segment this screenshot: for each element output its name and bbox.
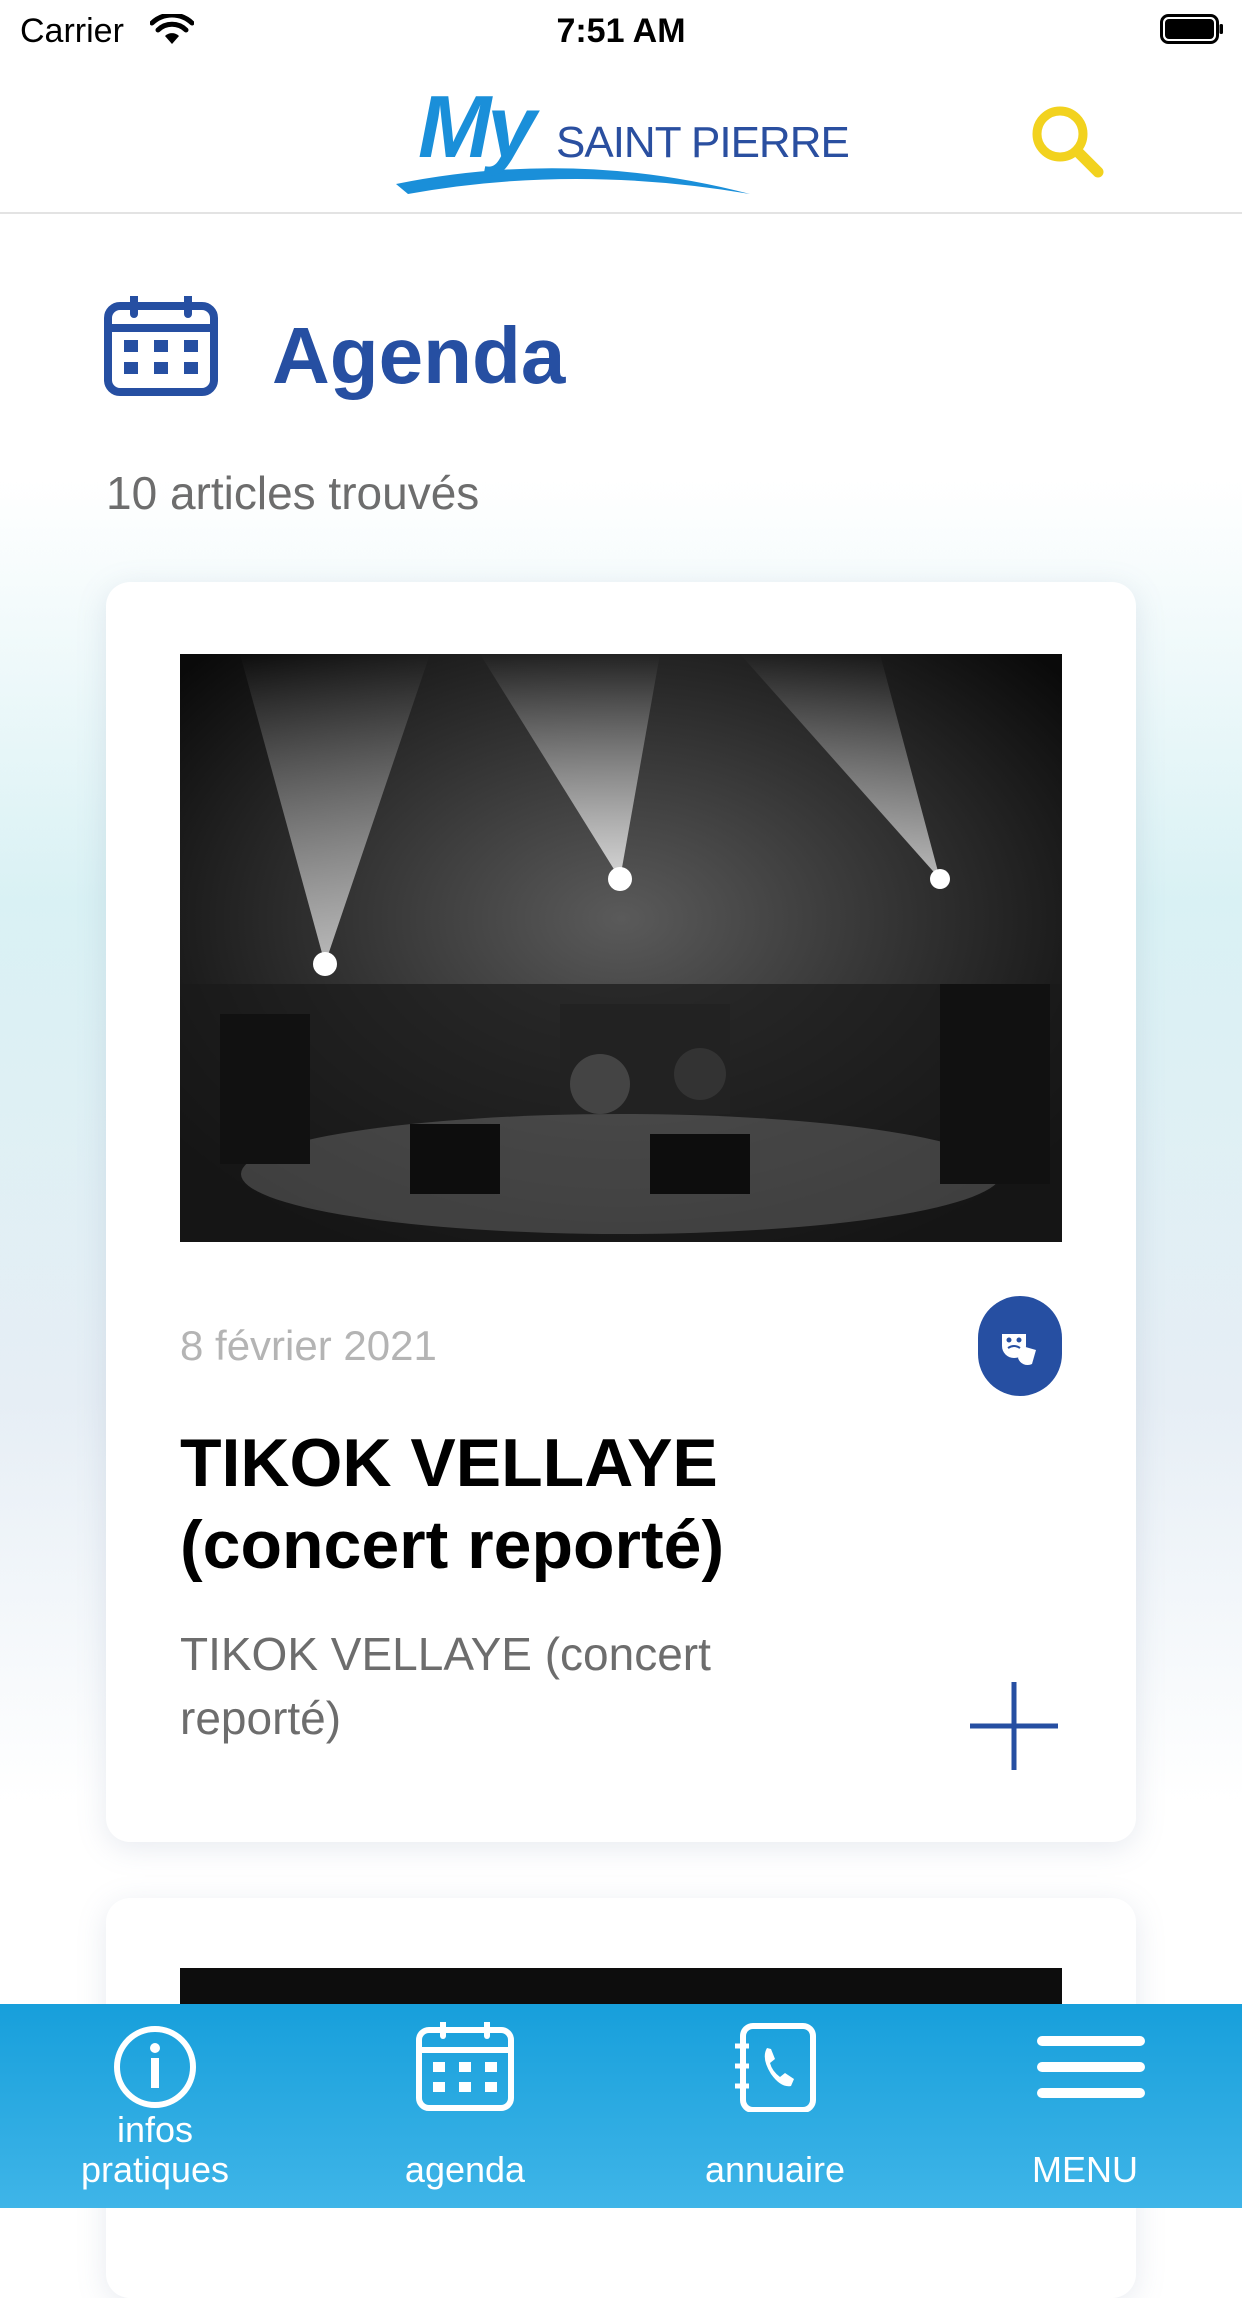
tab-annuaire[interactable]: annuaire (620, 2004, 930, 2208)
app-logo[interactable]: My SAINT PIERRE (394, 76, 854, 196)
phonebook-icon (735, 2023, 816, 2112)
search-icon[interactable] (1028, 102, 1108, 182)
tab-label: annuaire (704, 2149, 846, 2190)
tab-label-line1: infos (116, 2109, 194, 2150)
article-title[interactable]: TIKOK VELLAYE (concert reporté) (180, 1422, 1040, 1586)
concert-stage-photo (180, 654, 1062, 1242)
battery-icon (1160, 14, 1223, 44)
tab-label-line2: pratiques (80, 2149, 230, 2190)
category-badge (978, 1296, 1062, 1396)
info-icon (114, 2026, 196, 2108)
hamburger-menu-icon (1037, 2036, 1145, 2098)
calendar-icon (416, 2022, 514, 2111)
status-bar: Carrier 7:51 AM (0, 0, 1242, 62)
tab-agenda[interactable]: agenda (310, 2004, 620, 2208)
tab-infos-pratiques[interactable]: infos pratiques (0, 2004, 310, 2208)
plus-icon[interactable] (968, 1680, 1060, 1772)
app-header: My SAINT PIERRE (0, 62, 1242, 214)
bottom-tab-bar: infos pratiques agenda annuaire MENU (0, 2004, 1242, 2208)
article-description: TIKOK VELLAYE (concert reporté) (180, 1628, 711, 1744)
article-title-line1: TIKOK VELLAYE (180, 1425, 718, 1501)
tab-label: agenda (404, 2149, 526, 2190)
tab-label: MENU (1032, 2149, 1138, 2190)
article-title-line2: (concert reporté) (180, 1507, 725, 1583)
theater-masks-icon (1002, 1334, 1036, 1366)
page-title: Agenda (272, 311, 566, 400)
calendar-icon (104, 296, 218, 396)
article-image[interactable] (180, 654, 1062, 1242)
logo-my: My (418, 77, 536, 176)
article-date: 8 février 2021 (180, 1322, 437, 1369)
results-count: 10 articles trouvés (106, 467, 480, 519)
article-card[interactable]: 8 février 2021 TIKOK VELLAYE (concert re… (106, 582, 1136, 1842)
tab-menu[interactable]: MENU (930, 2004, 1240, 2208)
clock: 7:51 AM (556, 12, 686, 50)
logo-city: SAINT PIERRE (556, 118, 850, 167)
